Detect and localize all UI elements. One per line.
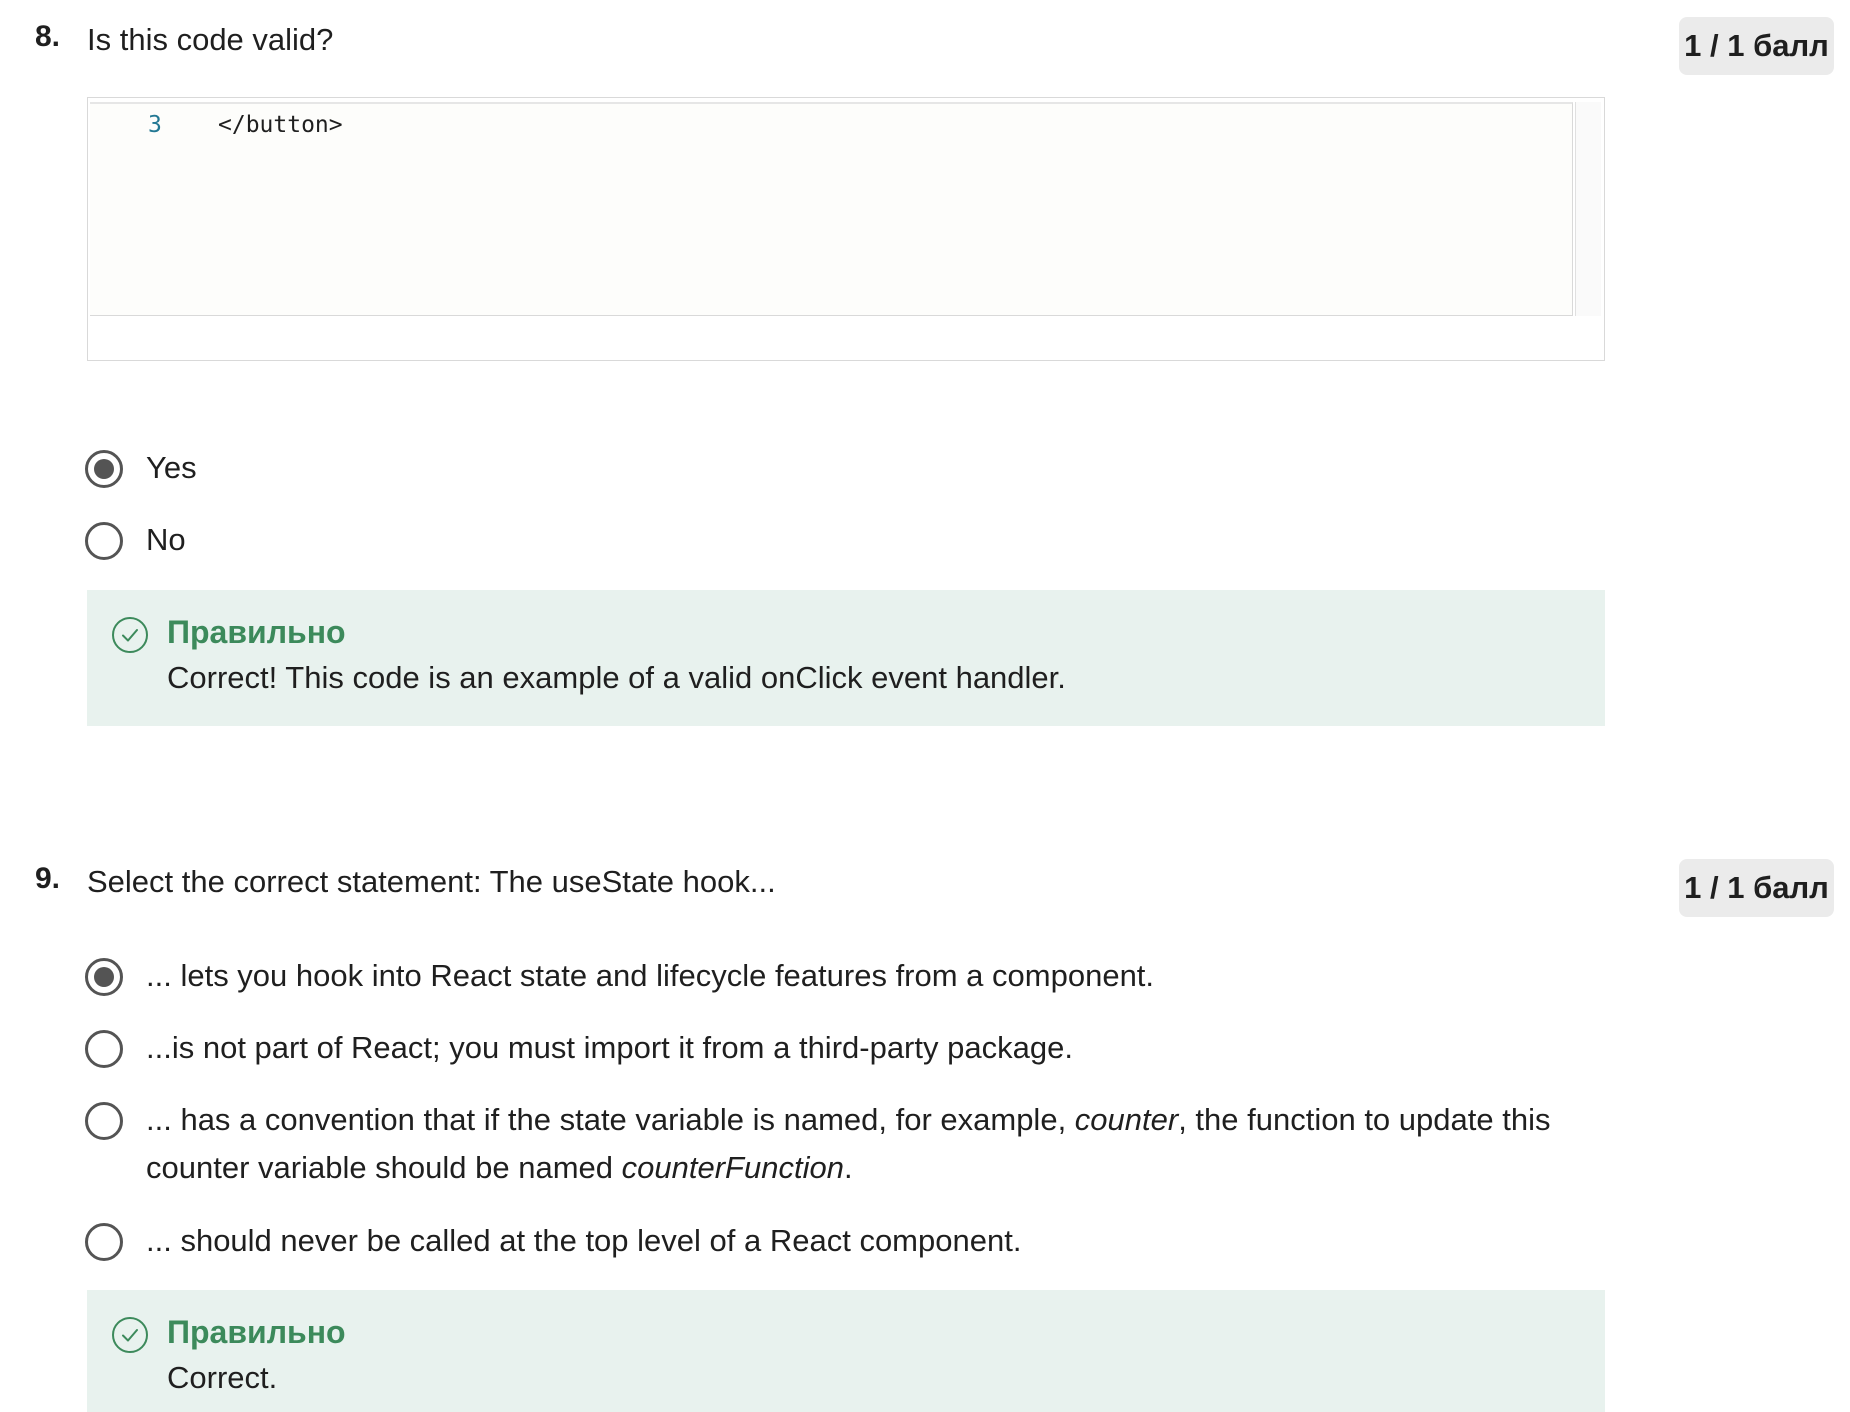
code-block: 3 </button>: [87, 97, 1605, 361]
code-scrollbar[interactable]: [1575, 102, 1601, 316]
code-line: </button>: [218, 112, 343, 138]
score-badge: 1 / 1 балл: [1679, 17, 1834, 75]
check-circle-icon: [112, 1317, 148, 1353]
option-label-part: ... has a convention that if the state v…: [146, 1102, 1075, 1137]
question-8: 8. Is this code valid? 1 / 1 балл 3 </bu…: [0, 0, 1850, 740]
feedback-panel: Правильно Correct.: [87, 1290, 1605, 1412]
option-2[interactable]: ...is not part of React; you must import…: [85, 1030, 1566, 1072]
radio-button[interactable]: [85, 1030, 123, 1068]
question-9: 9. Select the correct statement: The use…: [0, 840, 1850, 1412]
code-editor[interactable]: 3 </button>: [90, 102, 1573, 316]
radio-button-selected[interactable]: [85, 450, 123, 488]
question-text: Is this code valid?: [87, 22, 334, 57]
option-label: ... has a convention that if the state v…: [146, 1096, 1566, 1192]
radio-button[interactable]: [85, 1223, 123, 1261]
feedback-title: Правильно: [167, 614, 346, 650]
feedback-panel: Правильно Correct! This code is an examp…: [87, 590, 1605, 726]
option-3[interactable]: ... has a convention that if the state v…: [85, 1102, 1566, 1192]
question-text: Select the correct statement: The useSta…: [87, 864, 776, 899]
option-label-emphasis: counter: [1074, 1102, 1179, 1137]
option-4[interactable]: ... should never be called at the top le…: [85, 1223, 1566, 1265]
option-1[interactable]: ... lets you hook into React state and l…: [85, 958, 1566, 1000]
score-badge: 1 / 1 балл: [1679, 859, 1834, 917]
check-circle-icon: [112, 617, 148, 653]
option-no[interactable]: No: [85, 522, 1566, 564]
question-number: 8.: [35, 20, 61, 53]
option-label: No: [146, 522, 186, 557]
option-label: ... lets you hook into React state and l…: [146, 958, 1155, 993]
line-number: 3: [148, 112, 162, 138]
radio-button[interactable]: [85, 522, 123, 560]
option-label-emphasis: counterFunction: [621, 1150, 844, 1185]
option-yes[interactable]: Yes: [85, 450, 1566, 492]
option-label: ... should never be called at the top le…: [146, 1223, 1022, 1258]
option-label: Yes: [146, 450, 197, 485]
option-label: ...is not part of React; you must import…: [146, 1030, 1073, 1065]
radio-button[interactable]: [85, 1102, 123, 1140]
feedback-text: Correct! This code is an example of a va…: [167, 660, 1066, 695]
feedback-title: Правильно: [167, 1314, 346, 1350]
option-label-part: .: [843, 1150, 853, 1185]
question-number: 9.: [35, 862, 61, 895]
feedback-text: Correct.: [167, 1360, 278, 1395]
radio-button-selected[interactable]: [85, 958, 123, 996]
